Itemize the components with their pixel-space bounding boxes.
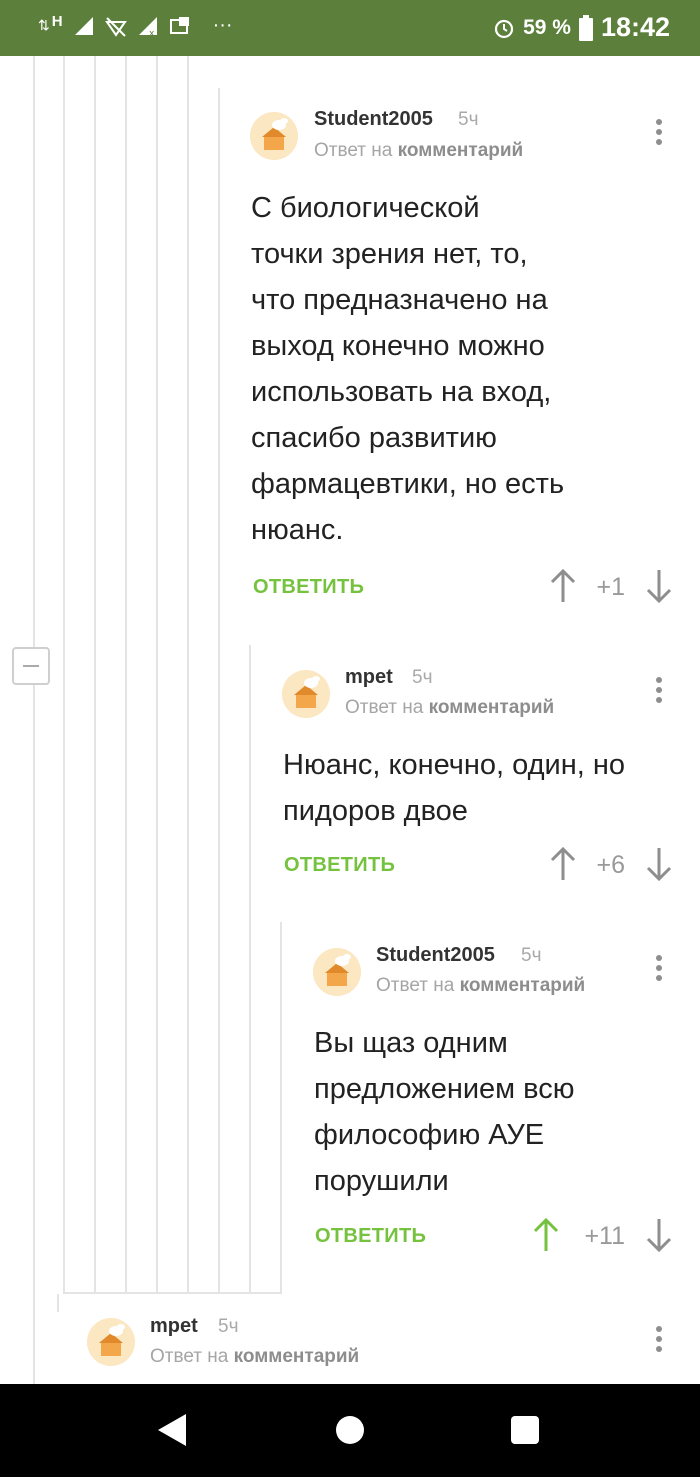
signal-no-sim-icon: x [138, 16, 157, 37]
back-icon[interactable] [158, 1414, 186, 1446]
comment-author[interactable]: Student2005 [376, 944, 495, 967]
comment-author[interactable]: mpet [150, 1315, 198, 1338]
default-avatar-icon [250, 112, 298, 160]
thread-line [125, 56, 127, 1294]
reply-to-line: Ответ на комментарий [314, 140, 523, 162]
reply-to-line: Ответ на комментарий [376, 975, 585, 997]
comment-line: пидоров двое [283, 795, 468, 827]
reply-to-line: Ответ на комментарий [345, 697, 554, 719]
reply-to-prefix: Ответ на [376, 975, 455, 996]
comment-line: спасибо развитию [251, 422, 497, 454]
alarm-icon [494, 19, 514, 38]
thread-line [33, 56, 35, 1384]
svg-text:x: x [149, 29, 155, 37]
thread-line [187, 56, 189, 1294]
home-icon[interactable] [336, 1416, 364, 1444]
comment-line: порушили [314, 1165, 449, 1197]
downvote-arrow-icon[interactable] [645, 569, 673, 603]
comment-line: использовать на вход, [251, 376, 552, 408]
more-options-icon[interactable] [654, 955, 664, 985]
clock: 18:42 [600, 12, 670, 42]
thread-line [63, 1292, 282, 1294]
comment-author[interactable]: mpet [345, 666, 393, 689]
comment-score: +6 [596, 851, 625, 879]
comment-time: 5ч [412, 667, 433, 688]
comment-line: С биологической [251, 192, 480, 224]
reply-button[interactable]: ОТВЕТИТЬ [253, 576, 364, 599]
downvote-arrow-icon[interactable] [645, 847, 673, 881]
comment-line: Вы щаз одним [314, 1027, 508, 1059]
comment-line: выход конечно можно [251, 330, 545, 362]
recent-apps-icon[interactable] [511, 1416, 539, 1444]
reply-to-link[interactable]: комментарий [234, 1346, 360, 1367]
comment-line: нюанс. [251, 514, 344, 546]
avatar[interactable] [282, 670, 330, 718]
default-avatar-icon [282, 670, 330, 718]
downvote-arrow-icon[interactable] [645, 1218, 673, 1252]
comment-time: 5ч [521, 945, 542, 966]
reply-to-prefix: Ответ на [345, 697, 424, 718]
comment-time: 5ч [458, 109, 479, 130]
more-options-icon[interactable] [654, 1326, 664, 1356]
thread-line [156, 56, 158, 1294]
comment-score: +11 [584, 1222, 625, 1250]
comment-line: точки зрения нет, то, [251, 238, 528, 270]
thread-line [218, 88, 220, 1294]
avatar[interactable] [313, 948, 361, 996]
comment-line: предложением всю [314, 1073, 575, 1105]
comment-body: Вы щаз одним предложением всю философию … [314, 1020, 575, 1204]
thread-line [249, 645, 251, 1294]
battery-icon [578, 14, 593, 41]
default-avatar-icon [313, 948, 361, 996]
more-options-icon[interactable] [654, 677, 664, 707]
data-transfer-icon: ⇅ [38, 17, 50, 33]
thread-line [63, 56, 65, 1294]
thread-line [57, 1294, 59, 1312]
more-options-icon[interactable] [654, 119, 664, 149]
comment-body: Нюанс, конечно, один, но пидоров двое [283, 742, 625, 834]
comment-score: +1 [596, 573, 625, 601]
collapse-thread-button[interactable] [12, 647, 50, 685]
status-icons-right: 59 % 18:42 [493, 12, 670, 43]
system-navigation-bar [0, 1384, 700, 1477]
comment-line: философию АУЕ [314, 1119, 545, 1151]
comment-body: С биологической точки зрения нет, то, чт… [251, 185, 564, 553]
avatar[interactable] [250, 112, 298, 160]
notification-icon [169, 16, 189, 34]
avatar[interactable] [87, 1318, 135, 1366]
comment-author[interactable]: Student2005 [314, 108, 433, 131]
comment-time: 5ч [218, 1316, 239, 1337]
battery-percent: 59 % [523, 15, 571, 39]
status-bar: ⇅ H x ··· 59 % 18:42 [0, 0, 700, 56]
reply-to-line: Ответ на комментарий [150, 1346, 359, 1368]
upvote-arrow-icon-active[interactable] [532, 1218, 560, 1252]
thread-line [280, 922, 282, 1294]
reply-to-prefix: Ответ на [314, 140, 393, 161]
default-avatar-icon [87, 1318, 135, 1366]
status-icons-left: ⇅ H x ··· [38, 13, 233, 37]
reply-button[interactable]: ОТВЕТИТЬ [315, 1225, 426, 1248]
reply-button[interactable]: ОТВЕТИТЬ [284, 854, 395, 877]
reply-to-prefix: Ответ на [150, 1346, 229, 1367]
comment-line: Нюанс, конечно, один, но [283, 749, 626, 781]
reply-to-link[interactable]: комментарий [429, 697, 555, 718]
signal-icon [74, 16, 93, 35]
reply-to-link[interactable]: комментарий [398, 140, 524, 161]
reply-to-link[interactable]: комментарий [460, 975, 586, 996]
thread-line [94, 56, 96, 1294]
wifi-off-icon [104, 16, 127, 37]
comment-line: что предназначено на [251, 284, 548, 316]
comment-line: фармацевтики, но есть [251, 468, 565, 500]
more-notifications-icon: ··· [212, 14, 233, 36]
network-type-label: H [51, 13, 63, 30]
